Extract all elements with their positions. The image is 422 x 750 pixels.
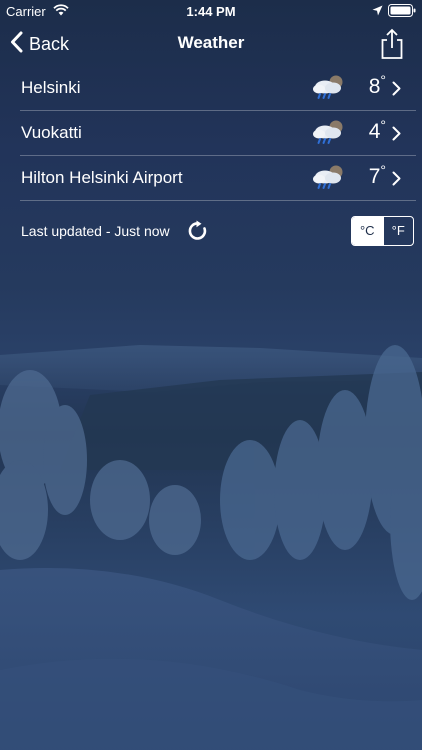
temperature-unit-toggle: °C °F: [351, 216, 414, 246]
share-icon: [378, 28, 406, 64]
temperature-value: 7°: [352, 162, 386, 189]
cloud-rain-night-icon: [311, 119, 345, 147]
status-time: 1:44 PM: [186, 4, 236, 19]
location-row-hilton-helsinki-airport[interactable]: Hilton Helsinki Airport 7°: [20, 156, 416, 201]
location-name: Vuokatti: [21, 123, 82, 142]
locations-list: Helsinki 8° Vuokatti 4° Hilton Helsinki …: [20, 66, 416, 201]
chevron-right-icon: [392, 81, 401, 96]
chevron-right-icon: [392, 126, 401, 141]
navigation-bar: Back Weather: [0, 22, 422, 66]
location-name: Hilton Helsinki Airport: [21, 168, 183, 187]
refresh-icon[interactable]: [187, 220, 209, 242]
status-bar: Carrier 1:44 PM: [0, 0, 422, 22]
location-name: Helsinki: [21, 78, 81, 97]
degree-symbol: °: [380, 162, 386, 178]
cloud-rain-night-icon: [311, 164, 345, 192]
fahrenheit-option[interactable]: °F: [382, 217, 414, 245]
temperature-number: 4: [368, 120, 381, 143]
share-button[interactable]: [378, 28, 406, 60]
location-arrow-icon: [372, 4, 383, 19]
temperature-value: 8°: [352, 72, 386, 99]
temperature-value: 4°: [352, 117, 386, 144]
location-row-vuokatti[interactable]: Vuokatti 4°: [20, 111, 416, 156]
degree-symbol: °: [380, 117, 386, 133]
last-updated-label: Last updated - Just now: [21, 223, 170, 239]
temperature-number: 8: [368, 75, 381, 98]
page-title: Weather: [177, 33, 245, 52]
chevron-right-icon: [392, 171, 401, 186]
temperature-number: 7: [368, 165, 381, 188]
degree-symbol: °: [380, 72, 386, 88]
cloud-rain-night-icon: [311, 74, 345, 102]
battery-icon: [388, 4, 416, 17]
update-footer: Last updated - Just now °C °F: [20, 214, 416, 248]
celsius-option[interactable]: °C: [352, 217, 383, 245]
location-row-helsinki[interactable]: Helsinki 8°: [20, 66, 416, 111]
